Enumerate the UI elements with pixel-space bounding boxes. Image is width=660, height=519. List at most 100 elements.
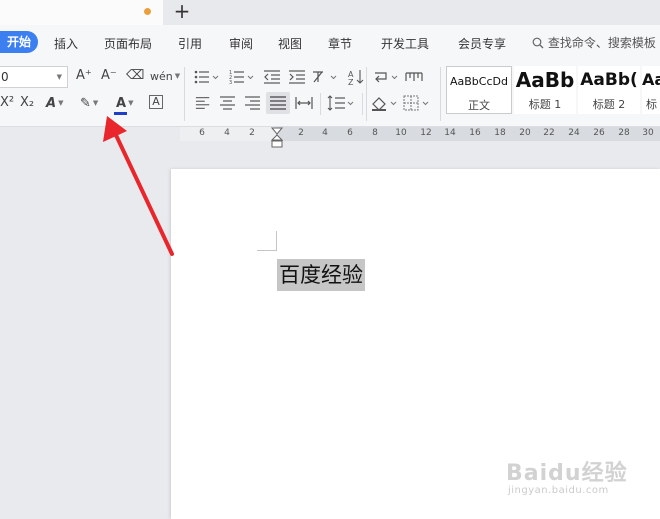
clear-format-icon[interactable]: ⌫	[126, 68, 144, 84]
style-heading-1-name: 标题 1	[528, 98, 562, 111]
shading-icon[interactable]	[370, 94, 398, 112]
shrink-font-icon[interactable]: A⁻	[101, 68, 117, 84]
watermark-brand: Baidu经验	[506, 461, 628, 486]
font-color-bar	[114, 112, 127, 115]
table-grid-icon[interactable]	[405, 69, 423, 85]
ruler-tick-label: 28	[618, 128, 630, 138]
toolbar-divider	[184, 67, 185, 121]
unsaved-dot-icon	[144, 8, 151, 15]
chevron-down-icon: ▼	[92, 99, 99, 107]
grow-font-icon[interactable]: A⁺	[76, 68, 92, 84]
style-heading-3-name: 标	[646, 98, 657, 111]
font-size-select[interactable]: 0 ▼	[0, 66, 68, 88]
selected-text[interactable]: 百度经验	[277, 259, 365, 291]
search-placeholder: 查找命令、搜索模板	[547, 36, 656, 50]
align-right-icon[interactable]	[243, 94, 263, 112]
document-tab[interactable]	[0, 0, 163, 25]
margin-corner-mark	[257, 250, 277, 251]
toolbar-divider	[362, 93, 363, 115]
menu-member[interactable]: 会员专享	[458, 35, 506, 52]
decrease-indent-icon[interactable]	[263, 69, 281, 85]
line-break-icon[interactable]	[373, 69, 399, 85]
toolbar-divider	[440, 67, 441, 121]
highlight-glyph: ✎	[80, 96, 91, 111]
chevron-down-icon: ▼	[174, 72, 181, 80]
bullet-list-icon[interactable]	[194, 69, 220, 85]
style-heading-2-name: 标题 2	[592, 98, 626, 111]
menu-insert[interactable]: 插入	[54, 35, 78, 52]
svg-text:Z: Z	[348, 78, 354, 86]
ruler-tick-label: 6	[347, 128, 353, 138]
menu-page-layout[interactable]: 页面布局	[104, 35, 152, 52]
sort-icon[interactable]: AZ	[348, 68, 364, 86]
style-heading-3-sample: Aa	[642, 70, 660, 89]
chevron-down-icon: ▼	[128, 99, 134, 107]
distributed-align-icon[interactable]	[294, 94, 314, 112]
menu-review[interactable]: 审阅	[229, 35, 253, 52]
style-normal[interactable]: AaBbCcDd 正文	[446, 66, 512, 114]
watermark-url: jingyan.baidu.com	[508, 485, 609, 496]
ruler-tick-label: 12	[420, 128, 432, 138]
pinyin-guide-icon[interactable]: wén ▼	[150, 68, 180, 85]
align-left-icon[interactable]	[193, 94, 213, 112]
text-effect-icon[interactable]: A ▼	[46, 95, 63, 112]
command-search[interactable]: 查找命令、搜索模板	[532, 34, 656, 51]
menu-chapter[interactable]: 章节	[328, 35, 352, 52]
ruler-tick-label: 6	[199, 128, 205, 138]
style-heading-3[interactable]: Aa 标	[642, 66, 660, 114]
toolbar-divider	[366, 67, 367, 121]
style-heading-2[interactable]: AaBb( 标题 2	[578, 66, 640, 114]
text-direction-icon[interactable]	[312, 69, 338, 85]
chevron-down-icon: ▼	[58, 99, 64, 107]
margin-corner-mark	[276, 231, 277, 251]
superscript-icon[interactable]: X²	[0, 95, 14, 111]
new-tab-button[interactable]: +	[172, 0, 192, 22]
style-heading-1[interactable]: AaBb 标题 1	[514, 66, 576, 114]
character-border-icon[interactable]: A	[149, 95, 163, 109]
ruler-tick-label: 16	[469, 128, 481, 138]
style-normal-sample: AaBbCcDd	[450, 75, 508, 88]
ruler-tick-label: 4	[322, 128, 328, 138]
menu-view[interactable]: 视图	[278, 35, 302, 52]
indent-marker-icon[interactable]	[271, 127, 283, 149]
highlight-icon[interactable]: ✎ ▼	[80, 95, 98, 112]
text-effect-label: A	[46, 96, 57, 111]
align-center-icon[interactable]	[218, 94, 238, 112]
ruler-tick-label: 14	[444, 128, 456, 138]
ruler-tick-label: 10	[395, 128, 407, 138]
search-icon	[532, 37, 544, 49]
pinyin-label: wén	[150, 70, 173, 83]
font-color-glyph: A	[116, 96, 127, 111]
style-heading-1-sample: AaBb	[515, 68, 575, 92]
ruler-tick-label: 20	[519, 128, 531, 138]
increase-indent-icon[interactable]	[288, 69, 306, 85]
baidu-watermark: Baidu经验 jingyan.baidu.com	[506, 455, 656, 505]
ruler-tick-label: 18	[494, 128, 506, 138]
style-normal-name: 正文	[468, 99, 490, 112]
menu-developer-tools[interactable]: 开发工具	[381, 35, 429, 52]
subscript-icon[interactable]: X₂	[20, 95, 34, 111]
chevron-down-icon: ▼	[56, 73, 62, 81]
horizontal-ruler[interactable]: 6 4 2 2 4 6 8 10 12 14 16 18 20 22 24 26 28 30	[180, 127, 660, 141]
menu-references[interactable]: 引用	[178, 35, 202, 52]
svg-text:3: 3	[229, 80, 232, 85]
ruler-tick-label: 2	[298, 128, 304, 138]
ruler-tick-label: 30	[642, 128, 654, 138]
menu-home[interactable]: 开始	[0, 31, 38, 53]
style-gallery: AaBbCcDd 正文 AaBb 标题 1 AaBb( 标题 2 Aa 标	[446, 66, 660, 116]
tab-bar: +	[0, 0, 660, 25]
ruler-tick-label: 22	[543, 128, 555, 138]
font-color-icon[interactable]: A ▼	[114, 95, 134, 115]
ruler-tick-label: 8	[372, 128, 378, 138]
numbered-list-icon[interactable]: 123	[229, 69, 255, 85]
borders-icon[interactable]	[402, 94, 430, 112]
justify-icon[interactable]	[266, 92, 290, 114]
toolbar-divider	[320, 93, 321, 115]
ruler-tick-label: 24	[568, 128, 580, 138]
line-spacing-icon[interactable]	[327, 94, 355, 112]
ruler-tick-label: 2	[249, 128, 255, 138]
ruler-tick-label: 4	[224, 128, 230, 138]
style-heading-2-sample: AaBb(	[580, 70, 638, 90]
menu-bar: 开始 插入 页面布局 引用 审阅 视图 章节 开发工具 会员专享 查找命令、搜索…	[0, 25, 660, 61]
ruler-tick-label: 26	[593, 128, 605, 138]
